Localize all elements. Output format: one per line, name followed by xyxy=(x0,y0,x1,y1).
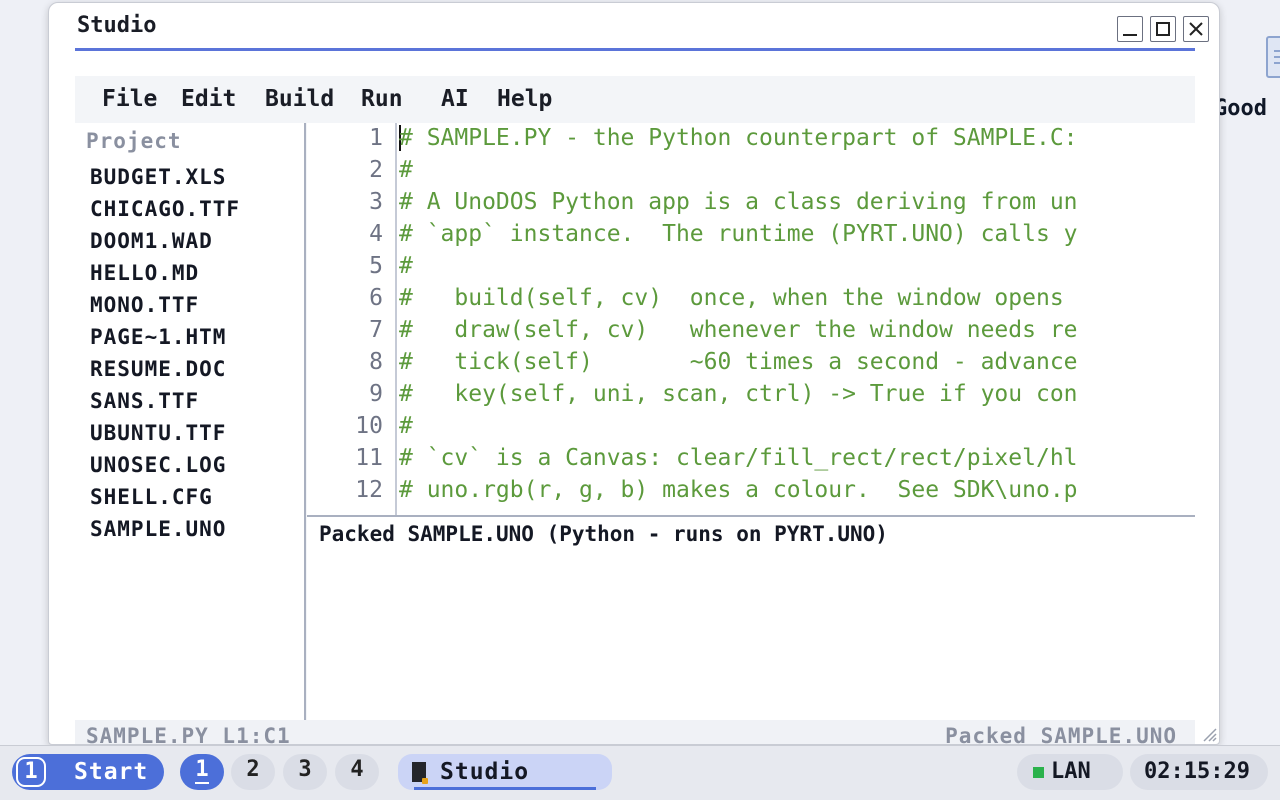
line-number: 2 xyxy=(369,157,383,183)
code-editor[interactable]: 1 # SAMPLE.PY - the Python counterpart o… xyxy=(307,123,1195,515)
code-line: # xyxy=(399,413,413,439)
menu-edit[interactable]: Edit xyxy=(181,86,236,112)
project-file[interactable]: RESUME.DOC xyxy=(90,357,226,381)
line-number: 7 xyxy=(369,317,383,343)
project-file[interactable]: BUDGET.XLS xyxy=(90,165,226,189)
gutter-divider xyxy=(395,123,397,515)
resize-grip-icon[interactable] xyxy=(1199,724,1217,742)
project-file[interactable]: DOOM1.WAD xyxy=(90,229,213,253)
line-number: 4 xyxy=(369,221,383,247)
close-icon xyxy=(1189,22,1203,36)
code-line: # xyxy=(399,157,413,183)
start-badge: 1 xyxy=(16,757,46,787)
window-title: Studio xyxy=(77,13,157,38)
project-sidebar: Project BUDGET.XLS CHICAGO.TTF DOOM1.WAD… xyxy=(75,123,306,720)
workspace-label: 1 xyxy=(195,757,209,784)
task-label: Studio xyxy=(440,759,530,785)
code-line: # tick(self) ~60 times a second - advanc… xyxy=(399,349,1078,375)
menu-file[interactable]: File xyxy=(102,86,157,112)
workspace-1-button[interactable]: 1 xyxy=(180,754,224,790)
workspace-4-button[interactable]: 4 xyxy=(335,754,379,790)
code-line: # xyxy=(399,253,413,279)
menu-run[interactable]: Run xyxy=(361,86,403,112)
code-line: # uno.rgb(r, g, b) makes a colour. See S… xyxy=(399,477,1078,503)
close-button[interactable] xyxy=(1183,16,1209,42)
build-output-text: Packed SAMPLE.UNO (Python - runs on PYRT… xyxy=(319,522,888,546)
taskbar: 1 Start 1 2 3 4 Studio LAN 02:15:29 xyxy=(0,745,1280,800)
line-number: 3 xyxy=(369,189,383,215)
menu-ai[interactable]: AI xyxy=(441,86,469,112)
code-line: # A UnoDOS Python app is a class derivin… xyxy=(399,189,1078,215)
project-file[interactable]: UBUNTU.TTF xyxy=(90,421,226,445)
clock-time: 02:15:29 xyxy=(1144,759,1250,784)
line-number: 9 xyxy=(369,381,383,407)
studio-app-icon xyxy=(412,762,428,784)
line-number: 1 xyxy=(369,125,383,151)
network-label: LAN xyxy=(1051,759,1091,784)
cursor-position-status: SAMPLE.PY L1:C1 xyxy=(86,724,291,745)
code-line: # draw(self, cv) whenever the window nee… xyxy=(399,317,1078,343)
active-task-indicator xyxy=(414,787,596,790)
project-file[interactable]: SHELL.CFG xyxy=(90,485,213,509)
code-line: # SAMPLE.PY - the Python counterpart of … xyxy=(399,125,1078,151)
code-line: # `cv` is a Canvas: clear/fill_rect/rect… xyxy=(399,445,1078,471)
line-number: 12 xyxy=(355,477,383,503)
start-button[interactable]: 1 Start xyxy=(12,754,164,790)
taskbar-task-studio[interactable]: Studio xyxy=(398,754,612,790)
code-line: # build(self, cv) once, when the window … xyxy=(399,285,1064,311)
desktop-icon-label[interactable]: Good xyxy=(1214,96,1267,121)
window-titlebar[interactable]: Studio xyxy=(49,3,1219,51)
build-status: Packed SAMPLE.UNO xyxy=(945,724,1177,745)
title-divider xyxy=(75,48,1195,51)
line-number: 5 xyxy=(369,253,383,279)
studio-window: Studio File Edit Build Run AI Help Proje… xyxy=(48,2,1220,745)
line-number: 8 xyxy=(369,349,383,375)
menu-build[interactable]: Build xyxy=(265,86,334,112)
project-file[interactable]: CHICAGO.TTF xyxy=(90,197,240,221)
line-number: 10 xyxy=(355,413,383,439)
sidebar-title: Project xyxy=(86,129,182,153)
project-file[interactable]: HELLO.MD xyxy=(90,261,199,285)
maximize-button[interactable] xyxy=(1150,16,1176,42)
network-status[interactable]: LAN xyxy=(1017,754,1123,790)
desktop-app-icon[interactable] xyxy=(1266,36,1280,78)
menu-help[interactable]: Help xyxy=(497,86,552,112)
clock[interactable]: 02:15:29 xyxy=(1130,754,1268,790)
project-file[interactable]: SAMPLE.UNO xyxy=(90,517,226,541)
start-label: Start xyxy=(74,759,149,785)
workspace-label: 4 xyxy=(350,757,364,782)
workspace-2-button[interactable]: 2 xyxy=(231,754,275,790)
project-file[interactable]: UNOSEC.LOG xyxy=(90,453,226,477)
project-file[interactable]: MONO.TTF xyxy=(90,293,199,317)
code-line: # `app` instance. The runtime (PYRT.UNO)… xyxy=(399,221,1078,247)
window-client: File Edit Build Run AI Help Project BUDG… xyxy=(75,76,1195,745)
project-file[interactable]: PAGE~1.HTM xyxy=(90,325,226,349)
line-number: 6 xyxy=(369,285,383,311)
code-line: # key(self, uni, scan, ctrl) -> True if … xyxy=(399,381,1078,407)
build-output-panel[interactable]: Packed SAMPLE.UNO (Python - runs on PYRT… xyxy=(307,515,1195,720)
project-file[interactable]: SANS.TTF xyxy=(90,389,199,413)
workspace-3-button[interactable]: 3 xyxy=(283,754,327,790)
menu-bar: File Edit Build Run AI Help xyxy=(75,82,1195,118)
status-bar: SAMPLE.PY L1:C1 Packed SAMPLE.UNO xyxy=(75,720,1195,745)
line-number: 11 xyxy=(355,445,383,471)
minimize-button[interactable] xyxy=(1117,16,1143,42)
network-connected-icon xyxy=(1033,767,1044,778)
workspace-label: 3 xyxy=(298,757,312,782)
workspace-label: 2 xyxy=(246,757,260,782)
